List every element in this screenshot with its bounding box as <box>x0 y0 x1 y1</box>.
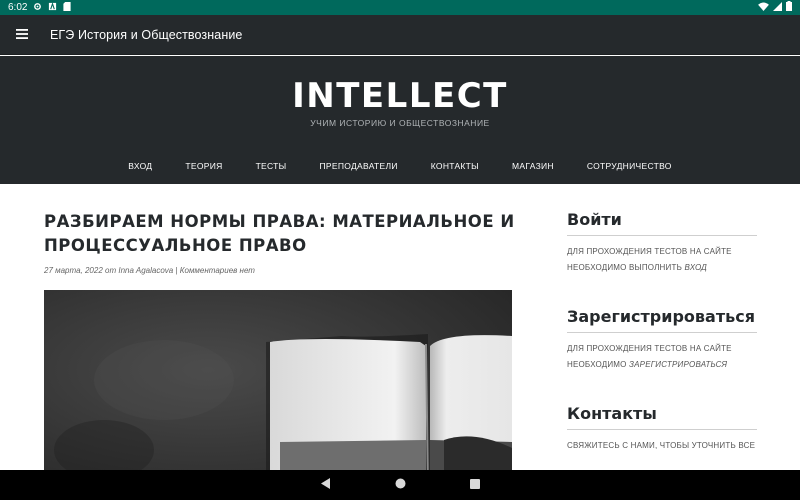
hamburger-icon <box>16 26 28 44</box>
menu-button[interactable] <box>0 15 44 55</box>
article-author[interactable]: Inna Agalacova <box>118 266 173 275</box>
article-by: от <box>105 266 117 275</box>
back-button[interactable] <box>320 476 331 494</box>
recents-button[interactable] <box>469 476 480 494</box>
nav-item-shop[interactable]: МАГАЗИН <box>512 161 554 171</box>
register-widget-title: Зарегистрироваться <box>567 307 757 333</box>
status-right <box>758 1 792 14</box>
open-book-photo <box>44 290 512 470</box>
login-link[interactable]: ВХОД <box>684 263 707 272</box>
nav-item-cooperation[interactable]: СОТРУДНИЧЕСТВО <box>587 161 672 171</box>
sd-card-icon <box>63 1 72 14</box>
site-header: INTELLECT УЧИМ ИСТОРИЮ И ОБЩЕСТВОЗНАНИЕ … <box>0 56 800 184</box>
contacts-widget-title: Контакты <box>567 404 757 430</box>
status-left: 6:02 <box>8 1 72 14</box>
article-comments[interactable]: Комментариев нет <box>180 266 255 275</box>
article-title-line2: ПРОЦЕССУАЛЬНОЕ ПРАВО <box>44 236 307 255</box>
system-nav-bar <box>0 470 800 500</box>
login-widget: Войти ДЛЯ ПРОХОЖДЕНИЯ ТЕСТОВ НА САЙТЕ НЕ… <box>567 210 757 276</box>
settings-icon <box>33 2 42 14</box>
contacts-widget: Контакты СВЯЖИТЕСЬ С НАМИ, ЧТОБЫ УТОЧНИТ… <box>567 404 757 454</box>
contacts-text-line1: СВЯЖИТЕСЬ С НАМИ, ЧТОБЫ УТОЧНИТЬ ВСЕ <box>567 441 756 450</box>
login-widget-text: ДЛЯ ПРОХОЖДЕНИЯ ТЕСТОВ НА САЙТЕ НЕОБХОДИ… <box>567 244 757 276</box>
login-text-line1: ДЛЯ ПРОХОЖДЕНИЯ ТЕСТОВ НА САЙТЕ <box>567 247 732 256</box>
sidebar: Войти ДЛЯ ПРОХОЖДЕНИЯ ТЕСТОВ НА САЙТЕ НЕ… <box>567 210 757 454</box>
nav-item-contacts[interactable]: КОНТАКТЫ <box>431 161 479 171</box>
app-bar: ЕГЭ История и Обществознание <box>0 15 800 55</box>
nav-item-theory[interactable]: ТЕОРИЯ <box>185 161 222 171</box>
nav-item-tests[interactable]: ТЕСТЫ <box>256 161 287 171</box>
login-widget-title: Войти <box>567 210 757 236</box>
main-content: РАЗБИРАЕМ НОРМЫ ПРАВА: МАТЕРИАЛЬНОЕ И ПР… <box>0 184 800 470</box>
main-nav: ВХОД ТЕОРИЯ ТЕСТЫ ПРЕПОДАВАТЕЛИ КОНТАКТЫ… <box>0 161 800 171</box>
status-time: 6:02 <box>8 2 28 13</box>
featured-image[interactable] <box>44 290 512 470</box>
nav-item-teachers[interactable]: ПРЕПОДАВАТЕЛИ <box>320 161 398 171</box>
article-title-line1: РАЗБИРАЕМ НОРМЫ ПРАВА: МАТЕРИАЛЬНОЕ И <box>44 212 515 231</box>
battery-icon <box>786 1 792 14</box>
register-widget-text: ДЛЯ ПРОХОЖДЕНИЯ ТЕСТОВ НА САЙТЕ НЕОБХОДИ… <box>567 341 757 373</box>
status-bar: 6:02 <box>0 0 800 15</box>
site-brand[interactable]: INTELLECT <box>0 76 800 116</box>
contacts-widget-text: СВЯЖИТЕСЬ С НАМИ, ЧТОБЫ УТОЧНИТЬ ВСЕ <box>567 438 757 454</box>
wifi-icon <box>758 1 769 14</box>
app-title: ЕГЭ История и Обществознание <box>50 27 243 42</box>
register-text-line2: НЕОБХОДИМО <box>567 360 627 369</box>
notification-a-icon <box>48 1 57 14</box>
register-widget: Зарегистрироваться ДЛЯ ПРОХОЖДЕНИЯ ТЕСТО… <box>567 307 757 373</box>
article-date[interactable]: 27 марта, 2022 <box>44 266 103 275</box>
register-text-line1: ДЛЯ ПРОХОЖДЕНИЯ ТЕСТОВ НА САЙТЕ <box>567 344 732 353</box>
signal-icon <box>773 1 782 14</box>
login-text-line2: НЕОБХОДИМО ВЫПОЛНИТЬ <box>567 263 683 272</box>
meta-separator: | <box>175 266 178 275</box>
nav-item-login[interactable]: ВХОД <box>128 161 152 171</box>
article-title[interactable]: РАЗБИРАЕМ НОРМЫ ПРАВА: МАТЕРИАЛЬНОЕ И ПР… <box>44 210 524 258</box>
site-tagline: УЧИМ ИСТОРИЮ И ОБЩЕСТВОЗНАНИЕ <box>310 118 490 128</box>
article-meta: 27 марта, 2022 от Inna Agalacova | Комме… <box>44 266 255 275</box>
register-link[interactable]: ЗАРЕГИСТРИРОВАТЬСЯ <box>629 360 727 369</box>
home-button[interactable] <box>395 476 406 494</box>
